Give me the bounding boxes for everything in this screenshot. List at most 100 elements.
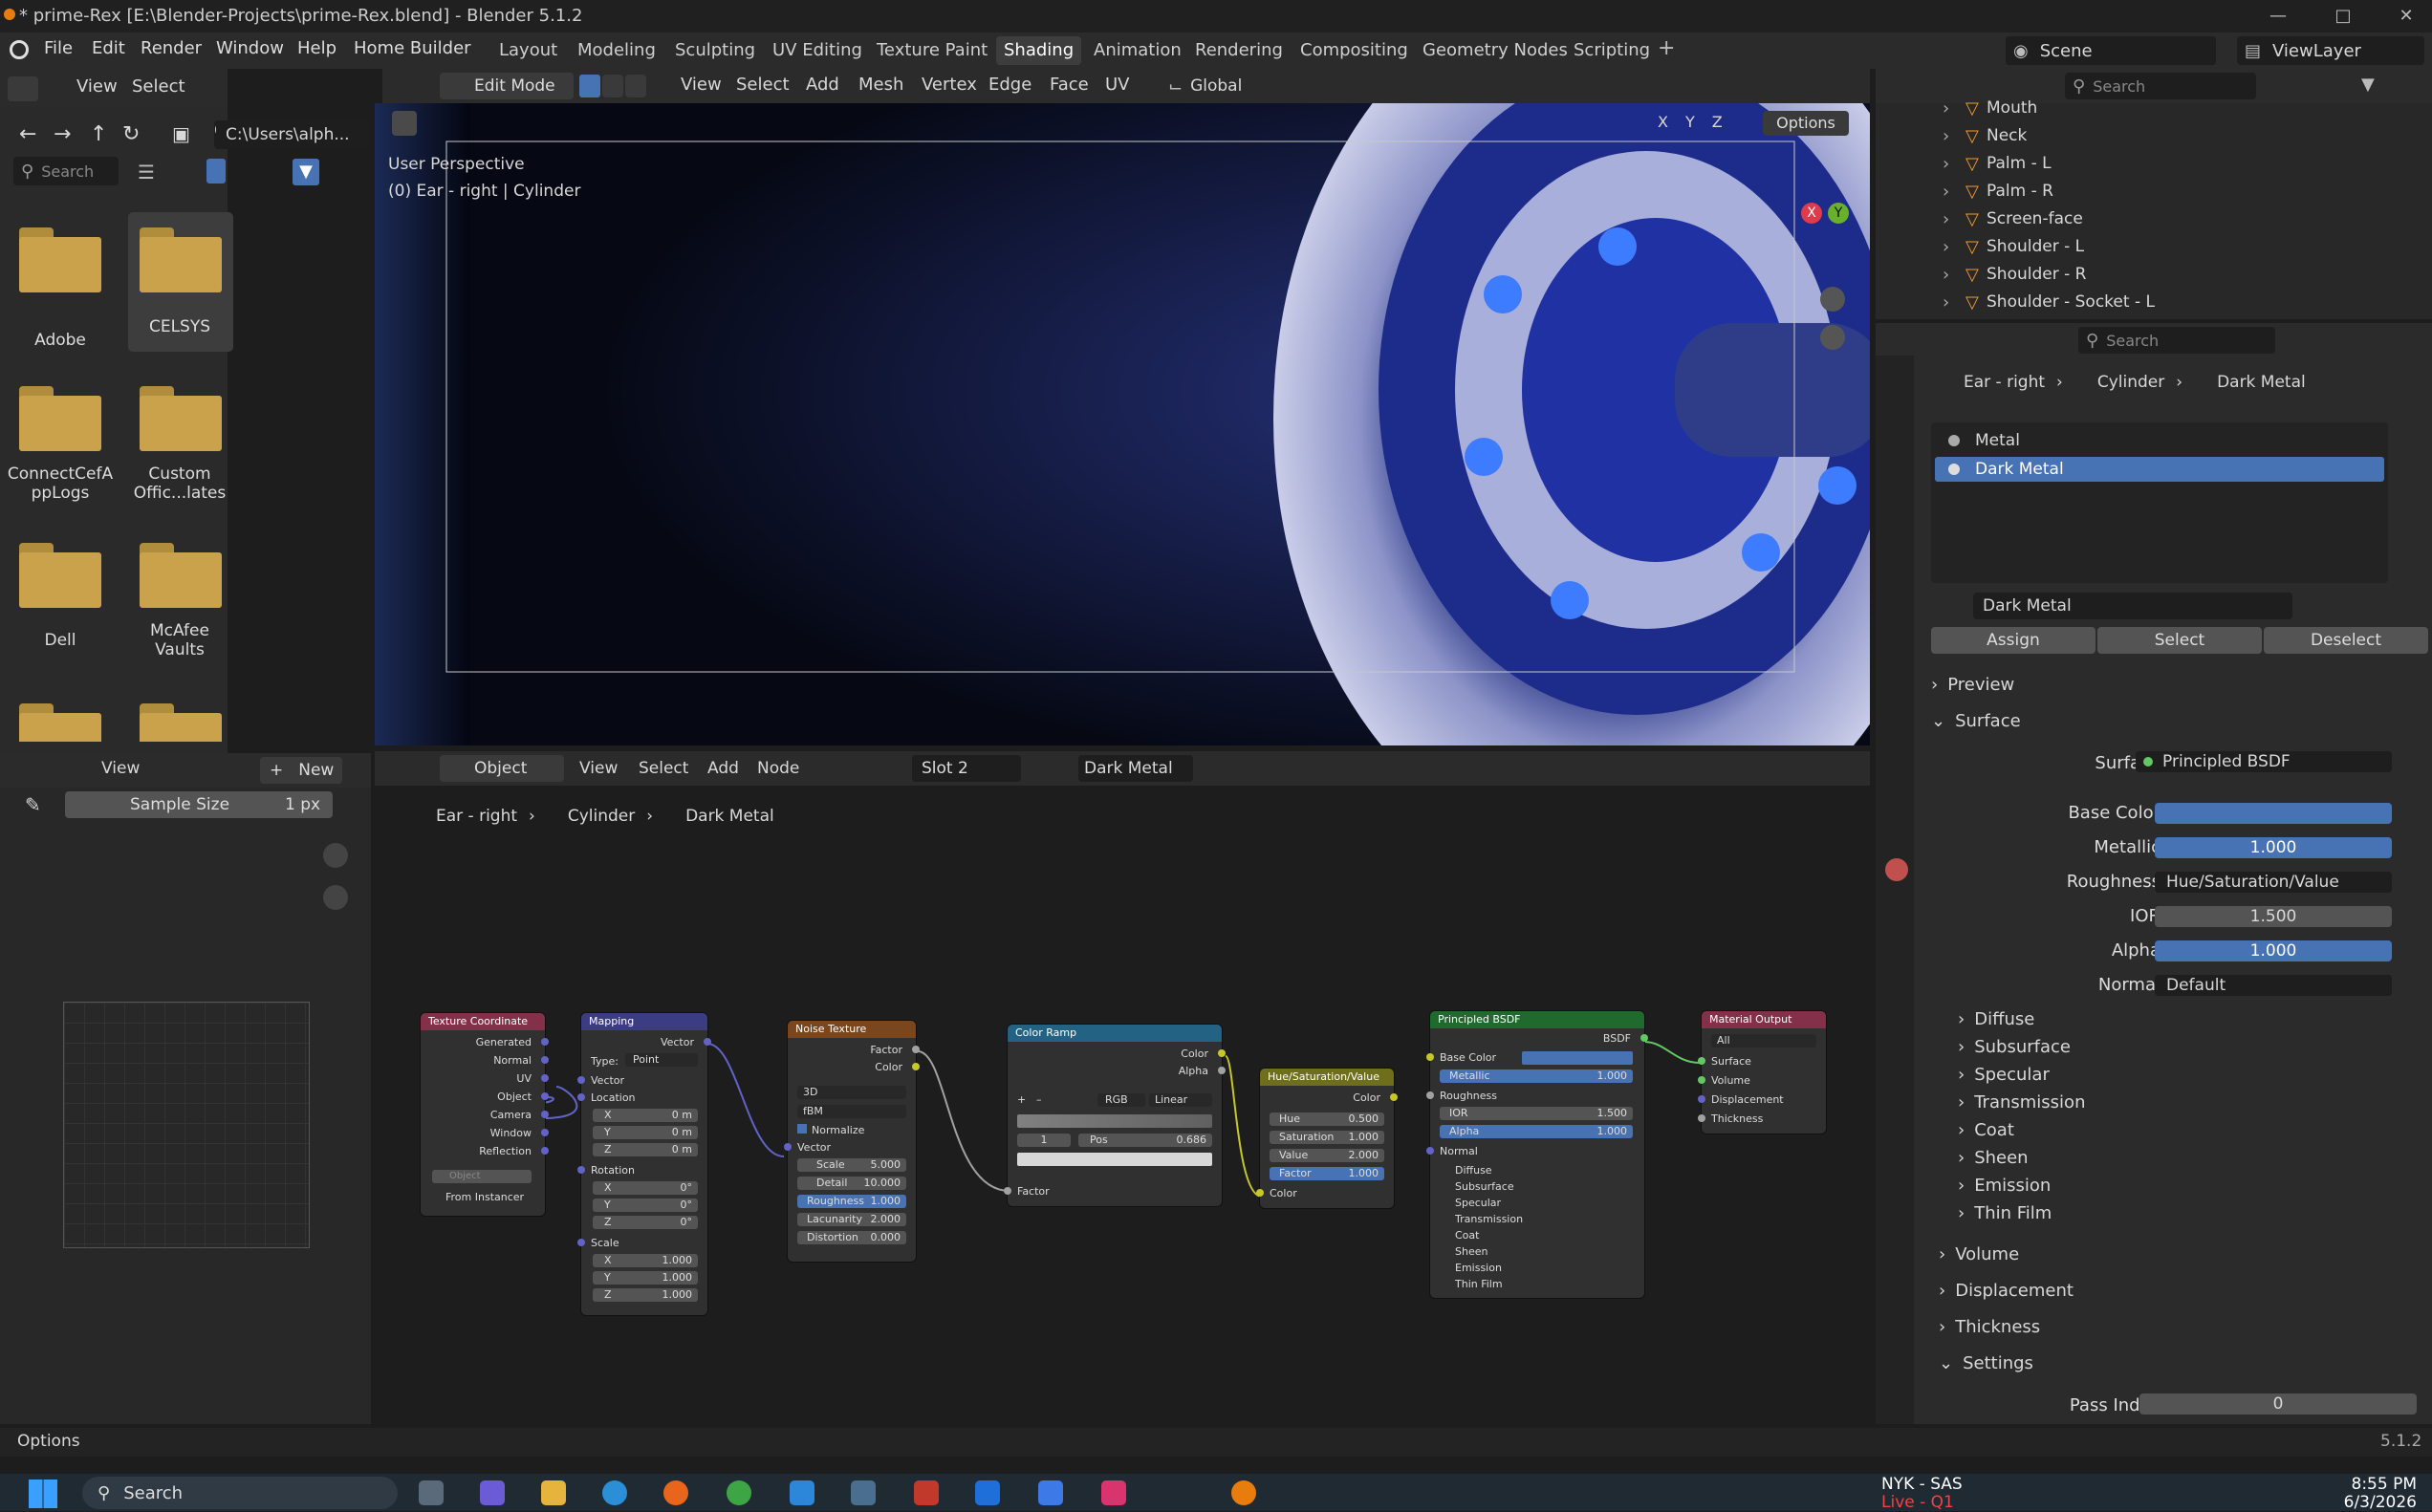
scl-x-field[interactable]: X 1.000 [593, 1254, 698, 1267]
vp-menu-add[interactable]: Add [806, 75, 839, 95]
hsv-field[interactable]: Factor 1.000 [1270, 1167, 1384, 1180]
socket[interactable] [541, 1129, 549, 1136]
blender-logo-icon[interactable] [10, 40, 29, 59]
pan-hand-icon[interactable] [1820, 325, 1845, 350]
vp-menu-mesh[interactable]: Mesh [858, 75, 903, 95]
socket[interactable] [1004, 1187, 1011, 1195]
interpolation-dropdown[interactable]: Linear [1149, 1093, 1212, 1107]
orientation-selector[interactable]: ⌙ Global [1168, 73, 1273, 99]
menu-render[interactable]: Render [141, 38, 202, 58]
assign-button[interactable]: Assign [1931, 627, 2095, 654]
socket[interactable] [577, 1239, 585, 1246]
outliner-search[interactable]: ⚲ Search [2065, 73, 2256, 99]
bsdf-subsection[interactable]: Coat [1455, 1229, 1479, 1242]
list-view-icon[interactable]: ☰ [138, 161, 155, 184]
ne-menu-select[interactable]: Select [639, 759, 688, 778]
metallic-field[interactable]: 1.000 [2155, 837, 2392, 858]
node-principled-bsdf[interactable]: Principled BSDF BSDF Base Color Metallic… [1426, 1011, 1648, 1298]
socket[interactable] [577, 1076, 585, 1084]
fb-menu-view[interactable]: View [76, 76, 118, 97]
axis-y[interactable]: Y [1685, 113, 1695, 131]
tab-scripting[interactable]: Scripting [1566, 36, 1658, 65]
edge-select-button[interactable] [602, 75, 623, 97]
socket[interactable] [784, 1143, 792, 1151]
node-material-output[interactable]: Material Output All Surface Volume Displ… [1698, 1011, 1826, 1134]
outliner-row[interactable]: › ▽ Shoulder - Socket - L [1943, 292, 2155, 313]
object-picker-field[interactable]: Object [432, 1170, 532, 1183]
notes-icon[interactable] [1038, 1480, 1063, 1505]
new-image-button[interactable]: + New [260, 757, 342, 784]
blender-taskbar-icon[interactable] [1231, 1480, 1256, 1505]
from-instancer-checkbox[interactable]: From Instancer [445, 1191, 524, 1203]
bsdf-field[interactable]: Alpha 1.000 [1440, 1125, 1633, 1138]
section-settings[interactable]: ⌄ Settings [1939, 1353, 2033, 1373]
stop-index-field[interactable]: 1 [1017, 1134, 1071, 1147]
socket[interactable] [1698, 1057, 1705, 1065]
mode-selector[interactable]: Edit Mode [440, 73, 574, 99]
loc-x-field[interactable]: X 0 m [593, 1109, 698, 1122]
ramp-gradient[interactable] [1017, 1114, 1212, 1128]
node-noise-texture[interactable]: Noise Texture Factor Color 3D fBM Normal… [784, 1021, 920, 1262]
bookmark-icon[interactable]: ▣ [172, 122, 190, 145]
path-field-display[interactable]: C:\Users\alph... [216, 120, 369, 149]
bsdf-subsection[interactable]: Transmission [1455, 1213, 1523, 1225]
menu-window[interactable]: Window [216, 38, 284, 58]
copilot-icon[interactable] [480, 1480, 505, 1505]
face-select-button[interactable] [625, 75, 646, 97]
bsdf-subsection[interactable]: Sheen [1455, 1245, 1487, 1258]
socket[interactable] [1390, 1093, 1398, 1101]
ne-menu-node[interactable]: Node [757, 759, 799, 778]
calculator-icon[interactable] [851, 1480, 876, 1505]
node-material-field[interactable]: Dark Metal [1078, 755, 1193, 782]
vp-menu-select[interactable]: Select [736, 75, 790, 95]
task-view-icon[interactable] [419, 1480, 444, 1505]
node-hue-saturation-value[interactable]: Hue/Saturation/Value Color Hue 0.500 Satu… [1256, 1069, 1398, 1208]
viewlayer-selector[interactable]: ▤ ViewLayer [2237, 36, 2424, 65]
type-dropdown[interactable]: Point [625, 1053, 698, 1067]
add-stop-button[interactable]: + [1017, 1093, 1026, 1106]
socket[interactable] [541, 1111, 549, 1118]
node-object-selector[interactable]: Object [440, 755, 564, 782]
noise-field[interactable]: Roughness 1.000 [797, 1195, 906, 1208]
gizmo-y-axis[interactable]: Y [1828, 203, 1849, 224]
normal-field[interactable]: Default [2155, 975, 2392, 996]
socket[interactable] [912, 1063, 920, 1070]
tab-animation[interactable]: Animation [1086, 36, 1189, 65]
select-button[interactable]: Select [2097, 627, 2262, 654]
socket[interactable] [1426, 1053, 1434, 1061]
menu-file[interactable]: File [44, 38, 73, 58]
vp-menu-vertex[interactable]: Vertex [922, 75, 977, 95]
hsv-field[interactable]: Value 2.000 [1270, 1149, 1384, 1162]
tab-shading[interactable]: Shading [996, 36, 1082, 65]
file-explorer-icon[interactable] [541, 1480, 566, 1505]
sample-size-field[interactable]: Sample Size 1 px [65, 791, 333, 818]
subsection-emission[interactable]: › Emission [1958, 1176, 2051, 1196]
news-widget[interactable]: NYK - SAS Live - Q1 [1881, 1476, 1963, 1512]
outliner-row[interactable]: › ▽ Palm - R [1943, 181, 2053, 202]
adobe-icon[interactable] [1101, 1480, 1126, 1505]
socket[interactable] [912, 1046, 920, 1053]
outliner-row[interactable]: › ▽ Mouth [1943, 97, 2037, 119]
vp-menu-edge[interactable]: Edge [988, 75, 1031, 95]
loc-z-field[interactable]: Z 0 m [593, 1143, 698, 1156]
base-color-swatch[interactable] [1522, 1051, 1633, 1065]
chrome-icon[interactable] [727, 1480, 751, 1505]
filter-icon[interactable]: ▼ [2361, 75, 2375, 95]
select-box-tool[interactable] [392, 111, 417, 136]
store-icon[interactable] [790, 1480, 814, 1505]
fb-search-input[interactable]: ⚲ Search [13, 157, 119, 185]
socket[interactable] [1698, 1114, 1705, 1122]
image-canvas-grid[interactable] [63, 1002, 310, 1248]
back-arrow-icon[interactable]: ← [19, 122, 36, 146]
socket[interactable] [541, 1056, 549, 1064]
tab-sculpting[interactable]: Sculpting [667, 36, 763, 65]
axis-x[interactable]: X [1658, 113, 1668, 131]
slot-item[interactable]: Metal [1935, 428, 2384, 453]
socket[interactable] [541, 1147, 549, 1155]
tab-modeling[interactable]: Modeling [570, 36, 663, 65]
gizmo-x-axis[interactable]: X [1801, 203, 1822, 224]
socket[interactable] [577, 1093, 585, 1101]
surface-shader-field[interactable]: Principled BSDF [2136, 751, 2392, 772]
color-mode-dropdown[interactable]: RGB [1097, 1093, 1145, 1107]
socket[interactable] [1426, 1147, 1434, 1155]
